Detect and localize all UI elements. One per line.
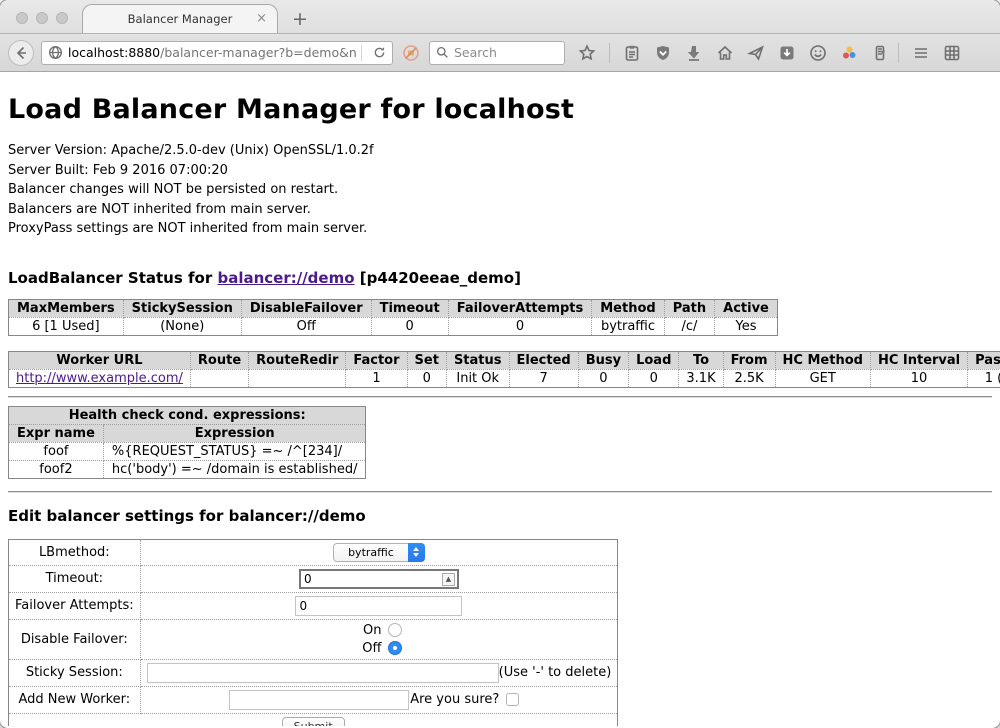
worker-status-table: Worker URL Route RouteRedir Factor Set S… <box>8 351 1000 388</box>
sticky-session-row: Sticky Session: (Use '-' to delete) <box>9 659 618 686</box>
number-spinner-icon[interactable]: ▲ <box>442 573 455 586</box>
failover-attempts-row: Failover Attempts: <box>9 592 618 619</box>
sticky-session-label: Sticky Session: <box>9 659 141 686</box>
bookmark-star-icon[interactable] <box>578 44 596 62</box>
sticky-session-input[interactable] <box>147 663 499 683</box>
divider <box>8 491 992 493</box>
timeout-input[interactable] <box>299 569 459 589</box>
globe-icon <box>48 45 63 60</box>
device-menu[interactable]: ▾ <box>871 44 885 62</box>
toolbar-icons: ▾ <box>578 43 961 63</box>
url-host: localhost:8880 <box>68 45 160 60</box>
add-worker-input[interactable] <box>229 690 409 710</box>
clipboard-icon[interactable] <box>623 44 641 62</box>
tile-grid-icon[interactable] <box>943 44 961 62</box>
downloads-icon[interactable] <box>685 44 703 62</box>
url-path: /balancer-manager?b=demo&nonce=decc37be-… <box>160 45 357 60</box>
balancer-demo-link[interactable]: balancer://demo <box>217 269 354 287</box>
table-row: 6 [1 Used] (None) Off 0 0 bytraffic /c/ … <box>9 317 778 335</box>
feedback-smiley-icon[interactable] <box>809 44 827 62</box>
url-text[interactable]: localhost:8880/balancer-manager?b=demo&n… <box>68 45 357 60</box>
zoom-window-button[interactable] <box>56 12 68 24</box>
add-worker-label: Add New Worker: <box>9 686 141 713</box>
failover-attempts-input[interactable] <box>295 596 462 616</box>
url-bar[interactable]: localhost:8880/balancer-manager?b=demo&n… <box>41 41 393 65</box>
window-controls <box>16 12 68 24</box>
submit-row: Submit <box>9 713 618 726</box>
menu-hamburger-icon[interactable] <box>912 44 930 62</box>
search-bar[interactable] <box>429 41 565 65</box>
back-button[interactable] <box>8 40 34 66</box>
disable-failover-on-radio[interactable] <box>388 623 402 637</box>
reload-icon <box>372 45 387 60</box>
table-title-row: Health check cond. expressions: <box>9 406 366 424</box>
send-plane-icon[interactable] <box>747 44 765 62</box>
close-window-button[interactable] <box>16 12 28 24</box>
lbmethod-select[interactable]: bytraffic <box>333 543 425 562</box>
divider <box>8 396 992 398</box>
server-version-line: Server Version: Apache/2.5.0-dev (Unix) … <box>8 141 992 161</box>
health-check-table: Health check cond. expressions: Expr nam… <box>8 406 366 479</box>
timeout-row: Timeout: ▲ <box>9 565 618 592</box>
worker-url-link[interactable]: http://www.example.com/ <box>16 371 183 386</box>
balancers-note-line: Balancers are NOT inherited from main se… <box>8 200 992 220</box>
table-header-row: Worker URL Route RouteRedir Factor Set S… <box>9 351 1000 369</box>
extension-dots-icon[interactable] <box>840 44 858 62</box>
submit-button[interactable]: Submit <box>282 717 345 727</box>
table-row: foof2 hc('body') =~ /domain is establish… <box>9 460 366 478</box>
table-header-row: MaxMembers StickySession DisableFailover… <box>9 299 778 317</box>
back-arrow-icon <box>12 44 30 62</box>
reload-button[interactable] <box>366 45 392 60</box>
lbmethod-label: LBmethod: <box>9 539 141 565</box>
proxypass-note-line: ProxyPass settings are NOT inherited fro… <box>8 219 992 239</box>
navigation-toolbar: localhost:8880/balancer-manager?b=demo&n… <box>0 34 1000 72</box>
tab-balancer-manager[interactable]: Balancer Manager × <box>82 4 278 33</box>
radio-off-label: Off <box>355 641 381 656</box>
radio-on-label: On <box>355 623 381 638</box>
balancer-manager-page: Load Balancer Manager for localhost Serv… <box>0 72 1000 726</box>
pocket-save-icon[interactable] <box>778 44 796 62</box>
failover-attempts-label: Failover Attempts: <box>9 592 141 619</box>
sticky-session-note: (Use '-' to delete) <box>499 665 612 680</box>
shield-icon[interactable] <box>654 44 672 62</box>
table-row: http://www.example.com/ 1 0 Init Ok 7 0 … <box>9 369 1000 387</box>
are-you-sure-checkbox[interactable] <box>506 693 519 706</box>
lbmethod-row: LBmethod: bytraffic <box>9 539 618 565</box>
are-you-sure-label: Are you sure? <box>410 692 499 707</box>
select-stepper-icon <box>408 543 425 562</box>
search-icon <box>436 46 449 59</box>
page-title: Load Balancer Manager for localhost <box>8 72 992 125</box>
table-header-row: Expr name Expression <box>9 424 366 442</box>
loadbalancer-status-heading: LoadBalancer Status for balancer://demo … <box>8 269 992 287</box>
browser-window: Balancer Manager × + localhost:8880/bala… <box>0 0 1000 728</box>
server-built-line: Server Built: Feb 9 2016 07:00:20 <box>8 161 992 181</box>
device-icon <box>871 44 889 62</box>
tab-close-icon[interactable]: × <box>256 12 267 25</box>
add-worker-row: Add New Worker: Are you sure? <box>9 686 618 713</box>
table-row: foof %{REQUEST_STATUS} =~ /^[234]/ <box>9 442 366 460</box>
edit-balancer-form: LBmethod: bytraffic Timeout: ▲ <box>8 539 618 727</box>
content-blocked-icon[interactable] <box>402 44 420 62</box>
disable-failover-row: Disable Failover: On Off <box>9 619 618 659</box>
edit-settings-heading: Edit balancer settings for balancer://de… <box>8 507 992 525</box>
server-info: Server Version: Apache/2.5.0-dev (Unix) … <box>8 141 992 239</box>
disable-failover-off-radio[interactable] <box>388 641 402 655</box>
tab-bar: Balancer Manager × + <box>0 0 1000 34</box>
balancer-status-table: MaxMembers StickySession DisableFailover… <box>8 299 778 336</box>
disable-failover-label: Disable Failover: <box>9 619 141 659</box>
minimize-window-button[interactable] <box>36 12 48 24</box>
persist-note-line: Balancer changes will NOT be persisted o… <box>8 180 992 200</box>
new-tab-button[interactable]: + <box>278 8 322 34</box>
home-icon[interactable] <box>716 44 734 62</box>
tab-title: Balancer Manager <box>128 12 233 26</box>
caret-down-icon: ▾ <box>881 48 885 57</box>
search-input[interactable] <box>454 45 558 60</box>
timeout-label: Timeout: <box>9 565 141 592</box>
